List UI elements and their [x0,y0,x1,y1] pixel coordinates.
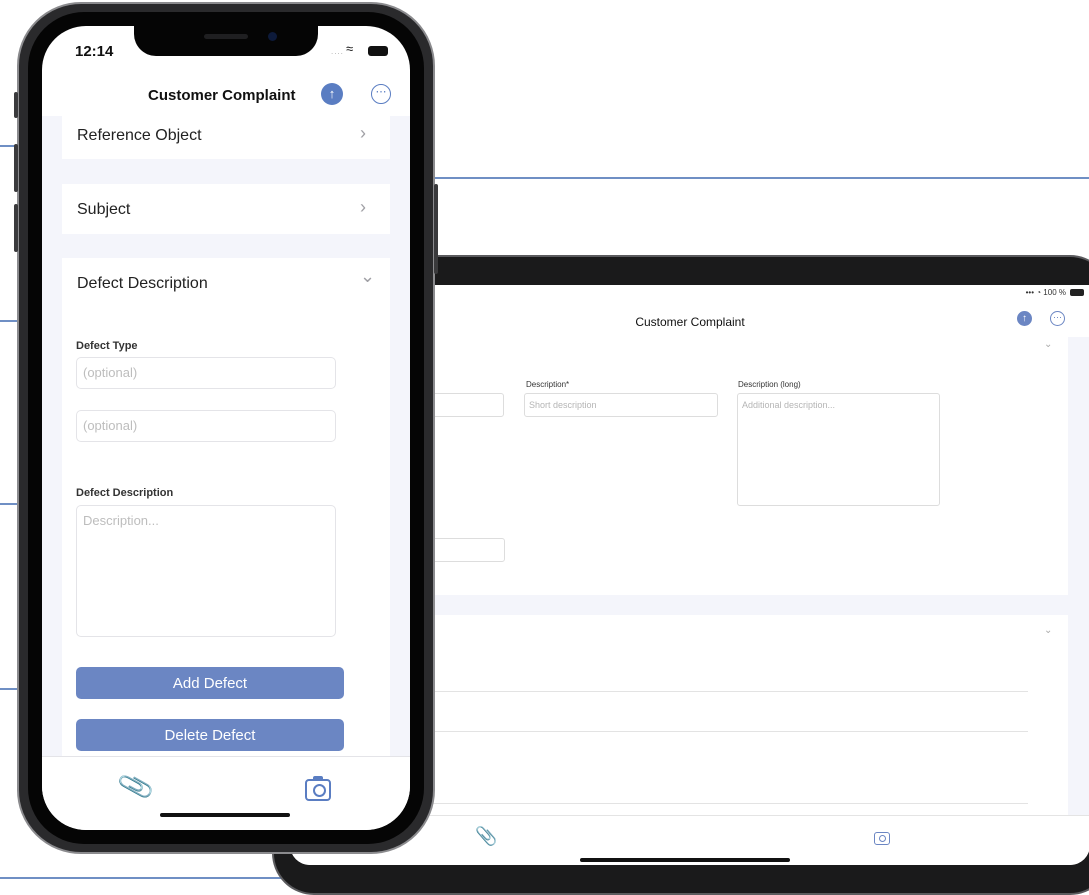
description-long-textarea[interactable]: Additional description... [737,393,940,506]
tablet-upload-icon[interactable]: ↑ [1017,311,1032,326]
home-indicator [580,858,790,862]
signal-icon: .... [331,47,344,56]
section-reference-object[interactable]: Reference Object › [62,116,390,159]
chevron-down-icon[interactable]: ⌄ [1044,625,1052,636]
battery-icon [368,46,388,56]
speaker [204,34,248,39]
chevron-right-icon: › [360,197,366,217]
upload-icon[interactable]: ↑ [321,83,343,105]
bottom-toolbar: 📎 [42,756,410,830]
tablet-status-text: ••• ◔ 100 % [1025,288,1066,297]
tablet-battery-icon [1070,289,1084,296]
defect-code-input[interactable]: (optional) [76,410,336,442]
chevron-right-icon: › [360,123,366,143]
side-button [14,204,18,252]
home-indicator [160,813,290,817]
guide-line [420,177,1089,179]
section-title: Reference Object [77,127,202,144]
paperclip-icon[interactable]: 📎 [475,826,497,847]
wifi-icon: ≈ [346,41,354,56]
side-button [14,92,18,118]
description-long-label: Description (long) [738,380,801,389]
section-title[interactable]: Defect Description [77,275,208,293]
delete-defect-button[interactable]: Delete Defect [76,719,344,751]
defect-description-label: Defect Description [76,487,174,499]
chevron-down-icon[interactable]: ⌄ [360,266,375,287]
side-button [14,144,18,192]
description-input[interactable]: Short description [524,393,718,417]
front-camera [268,32,277,41]
side-button [434,184,438,274]
defect-type-input[interactable]: (optional) [76,357,336,389]
phone-screen: 12:14 .... ≈ Customer Complaint ↑ ⋯ Refe… [42,26,410,830]
chevron-down-icon[interactable]: ⌄ [1044,339,1052,350]
tablet-more-icon[interactable]: ⋯ [1050,311,1065,326]
camera-icon[interactable] [305,776,331,801]
camera-icon[interactable] [874,832,890,845]
section-title: Subject [77,201,131,218]
paperclip-icon[interactable]: 📎 [116,766,157,806]
defect-description-textarea[interactable]: Description... [76,505,336,637]
status-time: 12:14 [75,43,114,60]
add-defect-button[interactable]: Add Defect [76,667,344,699]
description-label: Description* [526,380,570,389]
more-icon[interactable]: ⋯ [371,84,391,104]
guide-line [0,877,300,879]
section-subject[interactable]: Subject › [62,184,390,234]
defect-type-label: Defect Type [76,340,138,352]
page-title: Customer Complaint [148,87,296,104]
phone-notch [134,26,318,56]
